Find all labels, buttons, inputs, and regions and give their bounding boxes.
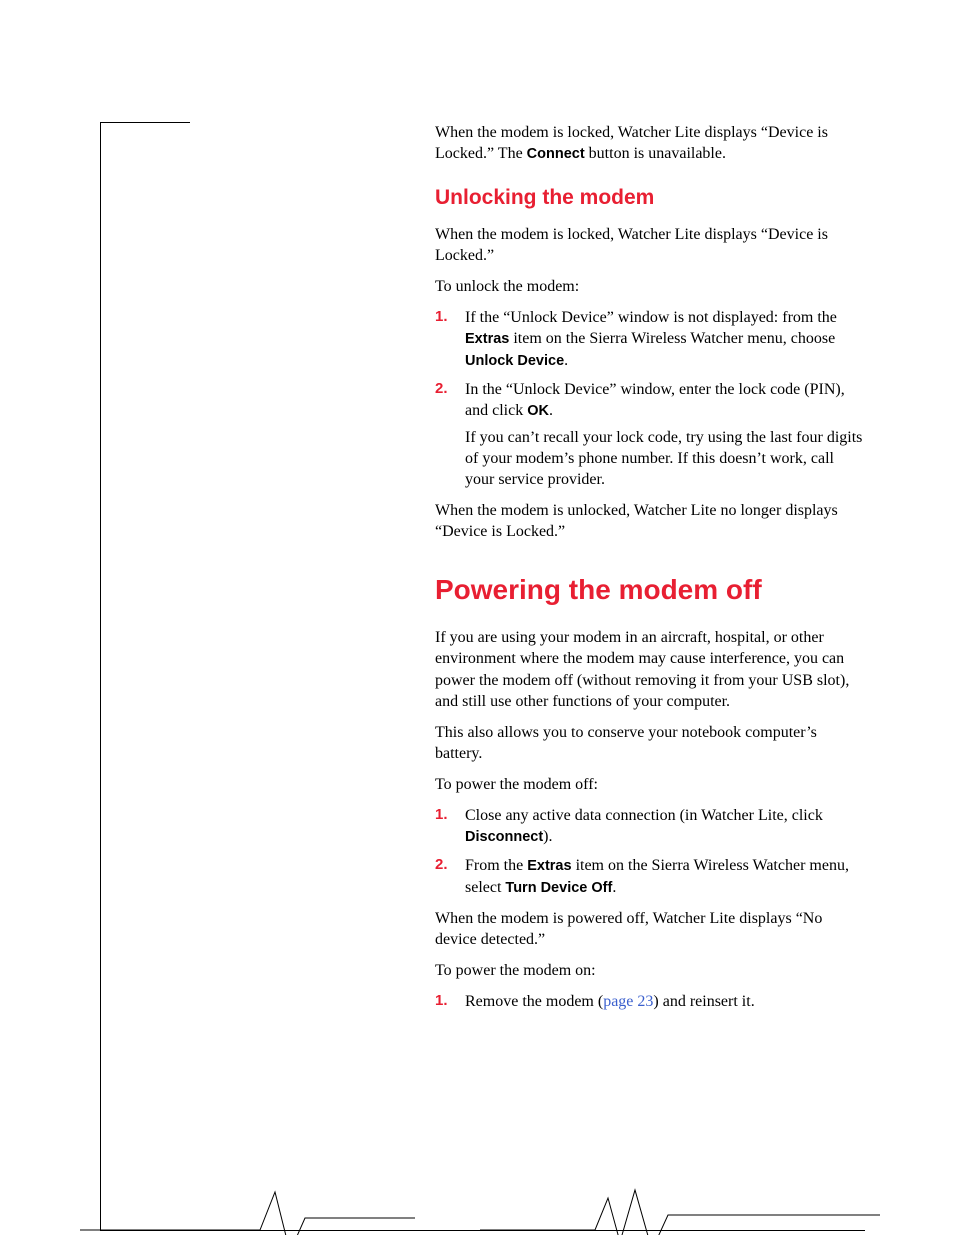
step-note: If you can’t recall your lock code, try … (465, 427, 865, 490)
list-item: If the “Unlock Device” window is not dis… (435, 307, 865, 370)
text: . (549, 402, 553, 419)
power-paragraph-2: This also allows you to conserve your no… (435, 722, 865, 764)
margin-rule-top (100, 122, 190, 123)
text: button is unavailable. (585, 145, 726, 162)
power-paragraph-3: To power the modem off: (435, 774, 865, 795)
footer-wave-decoration (80, 1180, 880, 1235)
unlock-paragraph-3: When the modem is unlocked, Watcher Lite… (435, 500, 865, 542)
ui-connect-button-label: Connect (527, 146, 585, 162)
list-item: From the Extras item on the Sierra Wirel… (435, 855, 865, 897)
text: . (564, 352, 568, 369)
text: Remove the modem ( (465, 993, 603, 1010)
unlock-steps: If the “Unlock Device” window is not dis… (435, 307, 865, 490)
text: ) and reinsert it. (653, 993, 754, 1010)
document-page: When the modem is locked, Watcher Lite d… (0, 0, 954, 1235)
text: ). (543, 828, 552, 845)
power-paragraph-4: When the modem is powered off, Watcher L… (435, 908, 865, 950)
text: . (612, 879, 616, 896)
ui-extras-label: Extras (527, 858, 571, 874)
text: In the “Unlock Device” window, enter the… (465, 381, 845, 419)
body-content: When the modem is locked, Watcher Lite d… (435, 122, 865, 1022)
intro-paragraph: When the modem is locked, Watcher Lite d… (435, 122, 865, 164)
page-23-link[interactable]: page 23 (603, 993, 653, 1010)
list-item: Remove the modem (page 23) and reinsert … (435, 991, 865, 1012)
unlock-paragraph-1: When the modem is locked, Watcher Lite d… (435, 224, 865, 266)
text: Close any active data connection (in Wat… (465, 807, 823, 824)
list-item: Close any active data connection (in Wat… (435, 805, 865, 847)
power-paragraph-1: If you are using your modem in an aircra… (435, 627, 865, 711)
unlock-paragraph-2: To unlock the modem: (435, 276, 865, 297)
text: item on the Sierra Wireless Watcher menu… (509, 330, 835, 347)
ui-ok-label: OK (527, 403, 549, 419)
power-on-steps: Remove the modem (page 23) and reinsert … (435, 991, 865, 1012)
power-off-steps: Close any active data connection (in Wat… (435, 805, 865, 897)
text: If the “Unlock Device” window is not dis… (465, 309, 837, 326)
heading-powering-the-modem-off: Powering the modem off (435, 572, 865, 609)
ui-turn-device-off-label: Turn Device Off (505, 880, 612, 896)
text: From the (465, 857, 527, 874)
power-paragraph-5: To power the modem on: (435, 960, 865, 981)
list-item: In the “Unlock Device” window, enter the… (435, 379, 865, 491)
ui-disconnect-label: Disconnect (465, 829, 543, 845)
ui-extras-label: Extras (465, 331, 509, 347)
heading-unlocking-the-modem: Unlocking the modem (435, 184, 865, 212)
ui-unlock-device-label: Unlock Device (465, 353, 564, 369)
margin-rule-vertical (100, 122, 101, 1230)
